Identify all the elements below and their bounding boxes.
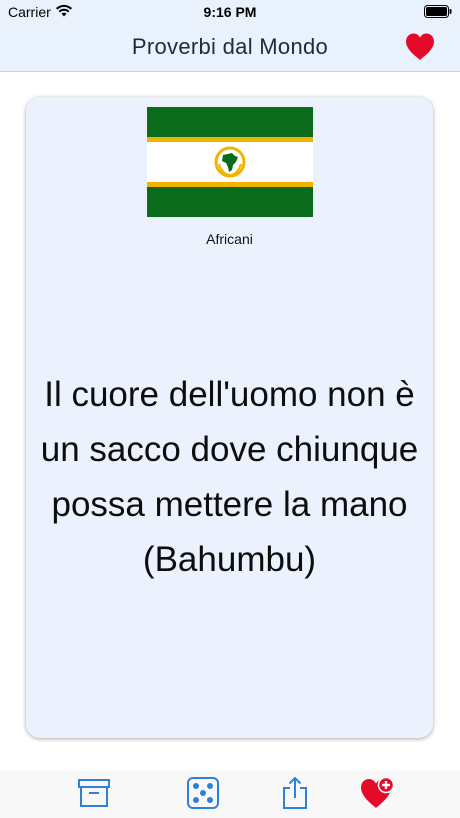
dice-icon xyxy=(186,776,220,810)
app-title: Proverbi dal Mondo xyxy=(131,34,329,59)
share-button[interactable] xyxy=(280,776,314,810)
bottom-toolbar xyxy=(0,770,460,818)
status-bar: Carrier 9:16 PM xyxy=(0,0,460,24)
african-union-flag-icon xyxy=(147,107,313,222)
archive-box-button[interactable] xyxy=(77,776,111,810)
battery-icon xyxy=(424,5,452,23)
proverb-text: Il cuore dell'uomo non è un sacco dove c… xyxy=(40,375,419,579)
random-proverb-button[interactable] xyxy=(186,776,220,810)
proverb-card: Africani Il cuore dell'uomo non è un sac… xyxy=(26,97,433,738)
region-label: Africani xyxy=(206,231,253,247)
favorites-heart-icon[interactable] xyxy=(404,32,436,67)
clock: 9:16 PM xyxy=(203,4,257,20)
heart-add-icon xyxy=(360,776,395,810)
share-icon xyxy=(280,776,314,810)
add-favorite-button[interactable] xyxy=(360,776,395,810)
archive-box-icon xyxy=(77,776,111,810)
navigation-bar: Proverbi dal Mondo xyxy=(0,24,460,72)
